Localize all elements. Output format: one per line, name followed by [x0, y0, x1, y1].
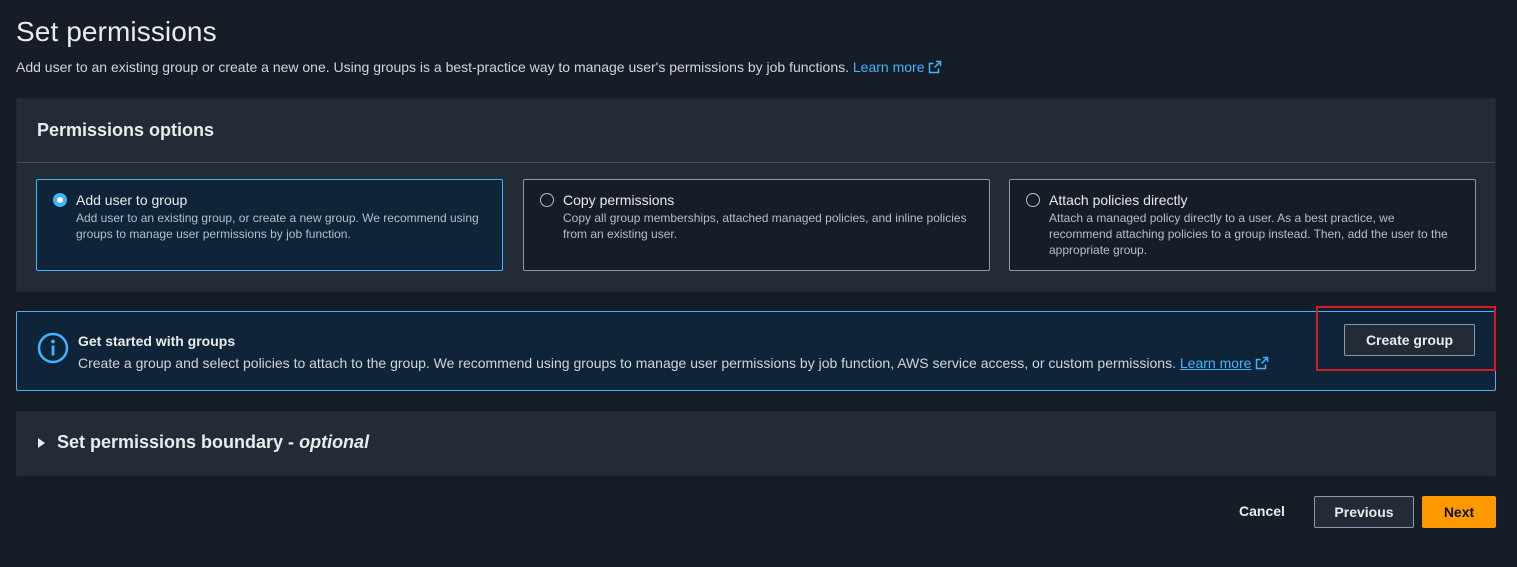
- panel-header: Permissions options: [17, 99, 1495, 163]
- radio-add-user-to-group[interactable]: [53, 193, 67, 207]
- alert-title: Get started with groups: [78, 333, 236, 349]
- permissions-options-panel: Permissions options Add user to group Ad…: [16, 98, 1496, 292]
- option-description: Copy all group memberships, attached man…: [563, 211, 967, 241]
- info-icon: [37, 332, 69, 364]
- option-description: Attach a managed policy directly to a us…: [1049, 211, 1448, 257]
- option-copy-permissions[interactable]: Copy permissions Copy all group membersh…: [523, 179, 990, 271]
- alert-learn-more-link[interactable]: Learn more: [1180, 355, 1252, 371]
- learn-more-label: Learn more: [852, 59, 925, 75]
- page-title: Set permissions: [16, 16, 217, 47]
- boundary-title-text: Set permissions boundary -: [57, 432, 295, 452]
- learn-more-link[interactable]: Learn more: [853, 59, 943, 75]
- groups-info-alert: Get started with groups Create a group a…: [16, 311, 1496, 391]
- radio-attach-policies-directly[interactable]: [1026, 193, 1040, 207]
- page-description: Add user to an existing group or create …: [16, 59, 942, 75]
- page-description-text: Add user to an existing group or create …: [16, 59, 849, 75]
- option-add-user-to-group[interactable]: Add user to group Add user to an existin…: [36, 179, 503, 271]
- permissions-options-title: Permissions options: [37, 120, 215, 140]
- cancel-button[interactable]: Cancel: [1226, 496, 1298, 528]
- permissions-boundary-expander[interactable]: Set permissions boundary - optional: [16, 411, 1496, 476]
- external-link-icon: [1256, 356, 1269, 370]
- boundary-optional-label: optional: [299, 432, 370, 452]
- option-label: Add user to group: [76, 192, 188, 208]
- caret-right-icon: [38, 438, 45, 448]
- option-label: Attach policies directly: [1049, 192, 1188, 208]
- permissions-boundary-title: Set permissions boundary - optional: [57, 432, 369, 453]
- option-description: Add user to an existing group, or create…: [76, 211, 479, 241]
- annotation-highlight-box: [1316, 306, 1496, 371]
- set-permissions-page: Set permissions Add user to an existing …: [0, 0, 1517, 567]
- previous-button[interactable]: Previous: [1314, 496, 1414, 528]
- alert-learn-more-label: Learn more: [1179, 355, 1252, 371]
- option-attach-policies-directly[interactable]: Attach policies directly Attach a manage…: [1009, 179, 1476, 271]
- next-button[interactable]: Next: [1422, 496, 1496, 528]
- external-link-icon: [929, 60, 942, 74]
- option-label: Copy permissions: [563, 192, 675, 208]
- alert-description-text: Create a group and select policies to at…: [78, 355, 1176, 371]
- alert-description: Create a group and select policies to at…: [78, 355, 1269, 371]
- radio-copy-permissions[interactable]: [540, 193, 554, 207]
